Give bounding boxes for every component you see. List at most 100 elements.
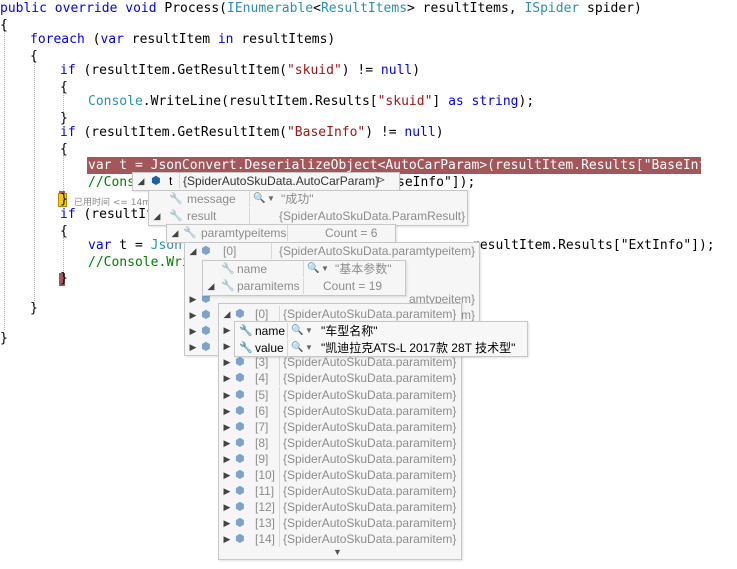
code-token: ); — [518, 94, 535, 109]
code-token: IEnumerable — [227, 1, 314, 16]
code-token: resultItem — [123, 32, 218, 47]
object-icon: ⬢ — [235, 469, 245, 481]
expand-triangle-icon[interactable]: ◢ — [137, 173, 145, 189]
expand-triangle-icon[interactable]: ▶ — [189, 323, 197, 339]
list-item[interactable]: ▶ ⬢ [10] {SpiderAutoSkuData.paramitem} — [219, 467, 461, 483]
datatip-row[interactable]: 🔧 name 🔍 ▼ "车型名称" — [235, 323, 527, 339]
wrench-icon: 🔧 — [169, 210, 183, 222]
object-icon: ⬢ — [201, 309, 211, 321]
expand-triangle-icon[interactable]: ▶ — [189, 339, 197, 355]
datatip-t-children[interactable]: 🔧 message 🔍 ▼ "成功" ◢ 🔧 result {SpiderAutoSkuData… — [148, 190, 468, 226]
expand-triangle-icon[interactable]: ◢ — [153, 208, 161, 224]
pin-icon[interactable]: ⊳ — [377, 173, 385, 189]
list-item[interactable]: ▶ ⬢ [9] {SpiderAutoSkuData.paramitem} — [219, 450, 461, 467]
datatip-name: name — [237, 262, 268, 276]
object-icon: ⬢ — [201, 341, 211, 353]
object-icon: ⬢ — [235, 436, 245, 449]
object-icon: ⬢ — [235, 420, 245, 433]
chevron-down-icon[interactable]: ▼ — [305, 340, 313, 356]
datatip-row[interactable]: 🔧 name 🔍 ▼ "基本参数" — [203, 261, 405, 277]
datatip-value: {SpiderAutoSkuData.paramitem} — [283, 307, 457, 321]
datatip-value: {SpiderAutoSkuData.paramitem} — [283, 435, 457, 450]
object-icon: ⬢ — [151, 175, 161, 187]
expand-triangle-icon[interactable]: ▶ — [189, 307, 197, 323]
expand-triangle-icon[interactable]: ▶ — [223, 483, 231, 499]
expand-triangle-icon[interactable]: ▶ — [223, 387, 231, 403]
datatip-paramtypeitem-0[interactable]: 🔧 name 🔍 ▼ "基本参数" ◢ 🔧 paramitems Count = 19 — [202, 260, 406, 296]
datatip-result-children[interactable]: ◢ 🔧 paramtypeitems Count = 6 — [166, 224, 396, 243]
datatip-paramitem-0[interactable]: 🔧 name 🔍 ▼ "车型名称" 🔧 value 🔍 ▼ "凯迪拉克ATS-L 2017款 28… — [234, 321, 528, 357]
code-token: as — [448, 94, 464, 109]
code-token: ) — [435, 125, 444, 140]
list-item[interactable]: ▶ ⬢ [8] {SpiderAutoSkuData.paramitem} — [219, 434, 461, 451]
expand-triangle-icon[interactable]: ▶ — [223, 338, 231, 354]
magnifier-icon[interactable]: 🔍 — [307, 261, 319, 277]
code-token: ) != — [341, 63, 381, 78]
magnifier-icon[interactable]: 🔍 — [291, 340, 303, 356]
object-icon: ⬢ — [235, 308, 245, 320]
code-token: < — [313, 1, 321, 16]
expand-triangle-icon[interactable]: ▶ — [223, 515, 231, 531]
code-token: > resultItems, — [407, 1, 525, 16]
expand-triangle-icon[interactable]: ▶ — [189, 291, 197, 307]
datatip-row[interactable]: 🔧 value 🔍 ▼ "凯迪拉克ATS-L 2017款 28T 技术型" — [235, 340, 527, 356]
expand-triangle-icon[interactable]: ◢ — [171, 225, 179, 241]
code-token: Console — [88, 94, 143, 109]
list-item[interactable]: ▶ ⬢ [5] {SpiderAutoSkuData.paramitem} — [219, 386, 461, 403]
datatip-name: paramtypeitems — [201, 226, 287, 240]
code-token: ( — [84, 32, 101, 47]
expand-triangle-icon[interactable]: ▶ — [223, 531, 231, 547]
code-token: var t = JsonConvert.DeserializeObject<Au… — [88, 158, 737, 173]
object-icon: ⬢ — [235, 533, 245, 546]
code-token: Process( — [156, 1, 228, 16]
expand-triangle-icon[interactable]: ▶ — [223, 322, 231, 338]
expand-triangle-icon[interactable]: ◢ — [207, 278, 215, 294]
datatip-name: [13] — [255, 516, 276, 531]
chevron-down-icon[interactable]: ▼ — [305, 323, 313, 339]
code-token: void — [125, 1, 157, 16]
expand-triangle-icon[interactable]: ▶ — [223, 354, 231, 370]
list-item[interactable]: ◢ ⬢ [0] {SpiderAutoSkuData.paramitem} — [219, 306, 461, 322]
magnifier-icon[interactable]: 🔍 — [253, 191, 265, 207]
code-line: Console.WriteLine(resultItem.Results["sk… — [88, 93, 534, 110]
code-token: null — [380, 63, 413, 78]
expand-triangle-icon[interactable]: ◢ — [189, 243, 197, 259]
expand-triangle-icon[interactable]: ▶ — [223, 467, 231, 483]
code-line: { — [60, 223, 68, 240]
expand-triangle-icon[interactable]: ▶ — [223, 419, 231, 435]
code-token: string — [471, 94, 519, 109]
datatip-row[interactable]: ◢ 🔧 result {SpiderAutoSkuData.ParamResult} — [149, 208, 467, 224]
datatip-row[interactable]: 🔧 message 🔍 ▼ "成功" — [149, 191, 467, 207]
datatip-row[interactable]: ◢ 🔧 paramitems Count = 19 — [203, 278, 405, 294]
expand-triangle-icon[interactable]: ▶ — [223, 435, 231, 451]
datatip-name: [6] — [255, 403, 269, 418]
code-token: "skuid" — [286, 63, 342, 78]
list-item[interactable]: ▶ ⬢ [4] {SpiderAutoSkuData.paramitem} — [219, 370, 461, 387]
datatip-name: [0] — [223, 244, 237, 258]
list-item[interactable]: ▶ ⬢ [7] {SpiderAutoSkuData.paramitem} — [219, 418, 461, 435]
expand-triangle-icon[interactable]: ▶ — [223, 499, 231, 515]
datatip-name: name — [255, 324, 286, 338]
object-icon: ⬢ — [201, 245, 211, 257]
list-item[interactable]: ▶ ⬢ [12] {SpiderAutoSkuData.paramitem} — [219, 499, 461, 516]
expand-triangle-icon[interactable]: ▶ — [223, 451, 231, 467]
expand-triangle-icon[interactable]: ◢ — [223, 306, 231, 322]
datatip-value: {SpiderAutoSkuData.paramtypeitem} — [279, 244, 476, 258]
wrench-icon: 🔧 — [239, 325, 253, 337]
scroll-down-icon[interactable]: ▼ — [333, 547, 342, 557]
list-item[interactable]: ▶ ⬢ [6] {SpiderAutoSkuData.paramitem} — [219, 402, 461, 419]
magnifier-icon[interactable]: 🔍 — [291, 323, 303, 339]
chevron-down-icon[interactable]: ▼ — [321, 261, 329, 277]
expand-triangle-icon[interactable]: ▶ — [223, 403, 231, 419]
list-item[interactable]: ▶ ⬢ [13] {SpiderAutoSkuData.paramitem} — [219, 515, 461, 532]
expand-triangle-icon[interactable]: ▶ — [223, 370, 231, 386]
datatip-t[interactable]: ◢ ⬢ t {SpiderAutoSkuData.AutoCarParam} ⊳ — [132, 172, 400, 191]
code-token: var — [88, 238, 112, 253]
list-item[interactable]: ▶ ⬢ [14] {SpiderAutoSkuData.paramitem} — [219, 531, 461, 548]
code-line: { — [30, 48, 38, 65]
code-token: } — [30, 301, 38, 316]
list-item[interactable]: ▶ ⬢ [11] {SpiderAutoSkuData.paramitem} — [219, 483, 461, 500]
datatip-value: "凯迪拉克ATS-L 2017款 28T 技术型" — [321, 341, 516, 355]
chevron-down-icon[interactable]: ▼ — [267, 191, 275, 207]
